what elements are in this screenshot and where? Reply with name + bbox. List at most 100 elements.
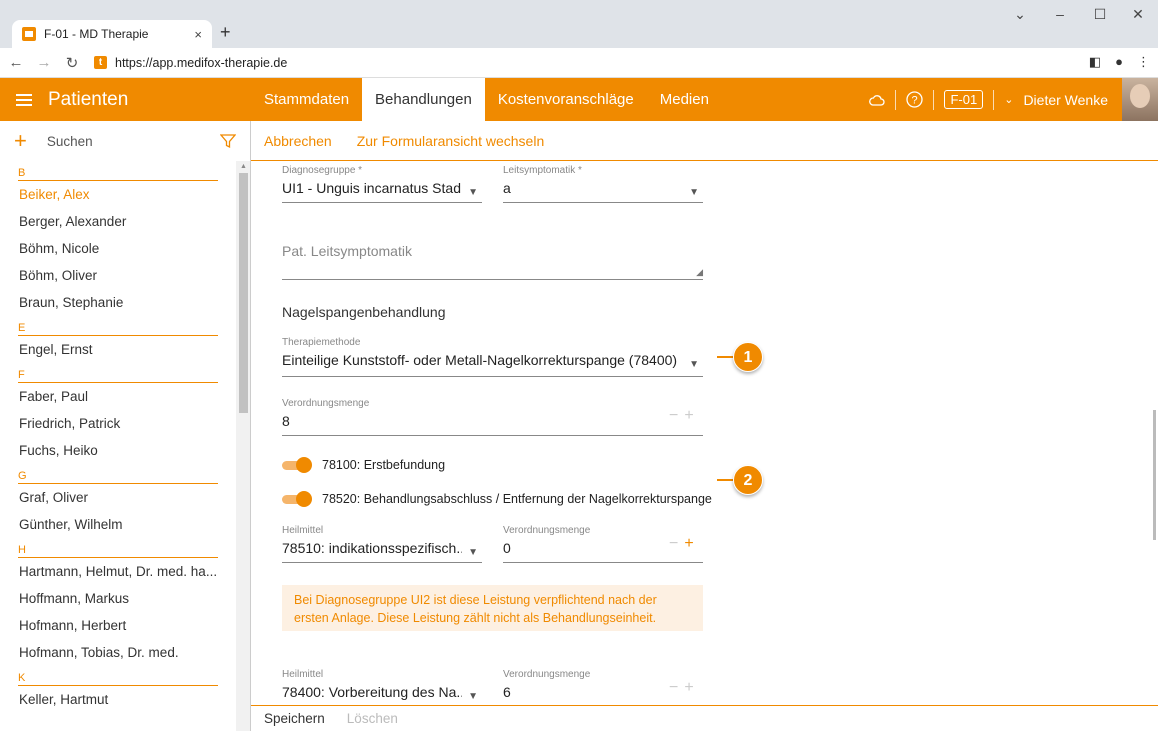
- info-message: Bei Diagnosegruppe UI2 ist diese Leistun…: [282, 585, 703, 631]
- patient-list-item[interactable]: Hartmann, Helmut, Dr. med. ha...: [0, 558, 236, 585]
- tab-stammdaten[interactable]: Stammdaten: [251, 78, 362, 121]
- cloud-icon[interactable]: [869, 94, 886, 106]
- url-text: https://app.medifox-therapie.de: [115, 55, 288, 70]
- leitsymptomatik-value: a: [503, 180, 511, 196]
- decrement-button[interactable]: −: [669, 407, 684, 424]
- chevron-down-icon[interactable]: ⌄: [1004, 93, 1013, 106]
- verordnungsmenge-field[interactable]: Verordnungsmenge 8: [282, 398, 703, 436]
- reload-icon[interactable]: ↻: [60, 54, 84, 72]
- increment-button[interactable]: +: [684, 407, 699, 424]
- user-name[interactable]: Dieter Wenke: [1023, 92, 1108, 108]
- diagnosegruppe-label: Diagnosegruppe *: [282, 165, 363, 176]
- patient-list-item[interactable]: Berger, Alexander: [0, 208, 236, 235]
- group-letter: K: [18, 666, 218, 686]
- close-window-button[interactable]: ✕: [1118, 6, 1158, 23]
- decrement-button[interactable]: −: [669, 535, 684, 552]
- toggle-behandlungsabschluss-label: 78520: Behandlungsabschluss / Entfernung…: [322, 492, 712, 506]
- patient-list-item[interactable]: Keller, Hartmut: [0, 686, 236, 713]
- group-letter: G: [18, 464, 218, 484]
- patient-list: B Beiker, Alex Berger, Alexander Böhm, Nico…: [0, 161, 236, 731]
- group-letter: H: [18, 538, 218, 558]
- tab-search-chevron-icon[interactable]: ⌄: [1000, 6, 1040, 23]
- decrement-button[interactable]: −: [669, 679, 684, 696]
- increment-button[interactable]: +: [684, 679, 699, 696]
- cancel-button[interactable]: Abbrechen: [264, 133, 332, 149]
- toggle-behandlungsabschluss[interactable]: 78520: Behandlungsabschluss / Entfernung…: [282, 490, 712, 508]
- pat-leitsymptomatik-placeholder: Pat. Leitsymptomatik: [282, 243, 412, 259]
- browser-tab-title: F-01 - MD Therapie: [44, 27, 149, 41]
- patient-list-item[interactable]: Braun, Stephanie: [0, 289, 236, 316]
- new-tab-button[interactable]: +: [220, 22, 231, 43]
- tab-kostenvoranschlaege[interactable]: Kostenvoranschläge: [485, 78, 647, 121]
- save-button[interactable]: Speichern: [264, 711, 325, 726]
- patient-list-item[interactable]: Günther, Wilhelm: [0, 511, 236, 538]
- branch-badge[interactable]: F-01: [944, 90, 984, 109]
- forward-arrow-icon[interactable]: →: [32, 54, 56, 71]
- toggle-erstbefundung[interactable]: 78100: Erstbefundung: [282, 456, 445, 474]
- add-patient-button[interactable]: +: [14, 130, 27, 152]
- action-bar: Abbrechen Zur Formularansicht wechseln: [251, 121, 1158, 161]
- therapiemethode-label: Therapiemethode: [282, 337, 361, 348]
- profile-icon[interactable]: ●: [1115, 54, 1123, 70]
- left-header: Patienten: [0, 78, 251, 121]
- therapiemethode-value: Einteilige Kunststoff- oder Metall-Nagel…: [282, 352, 678, 368]
- search-row: + Suchen: [0, 121, 251, 161]
- patient-list-item[interactable]: Beiker, Alex: [0, 181, 236, 208]
- browser-tabbar: F-01 - MD Therapie × + ⌄ – ☐ ✕: [0, 0, 1158, 48]
- patient-list-scrollbar[interactable]: ▲: [236, 161, 251, 731]
- toggle-switch[interactable]: [282, 490, 312, 508]
- browser-menu-icon[interactable]: ⋮: [1137, 54, 1150, 70]
- leitsymptomatik-select[interactable]: Leitsymptomatik * a ▼: [503, 165, 703, 203]
- patient-list-item[interactable]: Engel, Ernst: [0, 336, 236, 363]
- quantity-stepper[interactable]: −+: [669, 535, 700, 553]
- dropdown-caret-icon: ▼: [468, 547, 478, 558]
- patient-list-item[interactable]: Hoffmann, Markus: [0, 585, 236, 612]
- switch-view-button[interactable]: Zur Formularansicht wechseln: [357, 133, 545, 149]
- patient-list-item[interactable]: Hofmann, Tobias, Dr. med.: [0, 639, 236, 666]
- left-panel-title: Patienten: [48, 88, 129, 110]
- therapiemethode-select[interactable]: Therapiemethode Einteilige Kunststoff- o…: [282, 337, 703, 377]
- back-arrow-icon[interactable]: ←: [4, 54, 28, 71]
- avatar[interactable]: [1122, 78, 1158, 121]
- heilmittel-label: Heilmittel: [282, 669, 324, 680]
- toggle-erstbefundung-label: 78100: Erstbefundung: [322, 458, 446, 472]
- maximize-button[interactable]: ☐: [1080, 6, 1120, 23]
- verordnungsmenge-label: Verordnungsmenge: [282, 398, 370, 409]
- resize-grip-icon[interactable]: ◢: [696, 267, 703, 278]
- heilmittel-value: 78400: Vorbereitung des Na...: [282, 684, 462, 700]
- diagnosegruppe-select[interactable]: Diagnosegruppe * UI1 - Unguis incarnatus…: [282, 165, 482, 203]
- heilmittel-select-2[interactable]: Heilmittel 78400: Vorbereitung des Na...…: [282, 669, 482, 705]
- patient-list-item[interactable]: Böhm, Oliver: [0, 262, 236, 289]
- sidebar-toggle-icon[interactable]: ◧: [1089, 54, 1101, 70]
- minimize-button[interactable]: –: [1040, 6, 1080, 22]
- patient-list-item[interactable]: Graf, Oliver: [0, 484, 236, 511]
- patient-list-item[interactable]: Hofmann, Herbert: [0, 612, 236, 639]
- increment-button[interactable]: +: [684, 535, 699, 552]
- svg-text:?: ?: [912, 95, 918, 107]
- quantity-stepper[interactable]: −+: [669, 407, 700, 425]
- hamburger-menu-icon[interactable]: [16, 93, 32, 106]
- pat-leitsymptomatik-textarea[interactable]: Pat. Leitsymptomatik ◢: [282, 239, 703, 280]
- delete-button[interactable]: Löschen: [347, 711, 398, 726]
- tab-behandlungen[interactable]: Behandlungen: [362, 78, 485, 121]
- patient-list-item[interactable]: Faber, Paul: [0, 383, 236, 410]
- tab-medien[interactable]: Medien: [647, 78, 722, 121]
- patient-list-item[interactable]: Böhm, Nicole: [0, 235, 236, 262]
- form-scrollbar[interactable]: [1153, 410, 1156, 540]
- scrollbar-thumb[interactable]: [239, 173, 248, 413]
- filter-icon[interactable]: [220, 133, 236, 149]
- patient-list-item[interactable]: Friedrich, Patrick: [0, 410, 236, 437]
- callout-1: 1: [717, 342, 763, 372]
- url-field[interactable]: t https://app.medifox-therapie.de: [94, 56, 287, 70]
- site-favicon-icon: t: [94, 56, 107, 69]
- help-icon[interactable]: ?: [906, 91, 924, 108]
- heilmittel-select-1[interactable]: Heilmittel 78510: indikationsspezifisch.…: [282, 525, 482, 563]
- quantity-stepper[interactable]: −+: [669, 679, 700, 697]
- callout-2: 2: [717, 465, 763, 495]
- patient-list-item[interactable]: Fuchs, Heiko: [0, 437, 236, 464]
- search-input[interactable]: Suchen: [47, 134, 220, 149]
- scroll-up-icon[interactable]: ▲: [240, 163, 247, 170]
- browser-tab[interactable]: F-01 - MD Therapie ×: [12, 20, 212, 48]
- toggle-switch[interactable]: [282, 456, 312, 474]
- close-tab-icon[interactable]: ×: [194, 27, 202, 42]
